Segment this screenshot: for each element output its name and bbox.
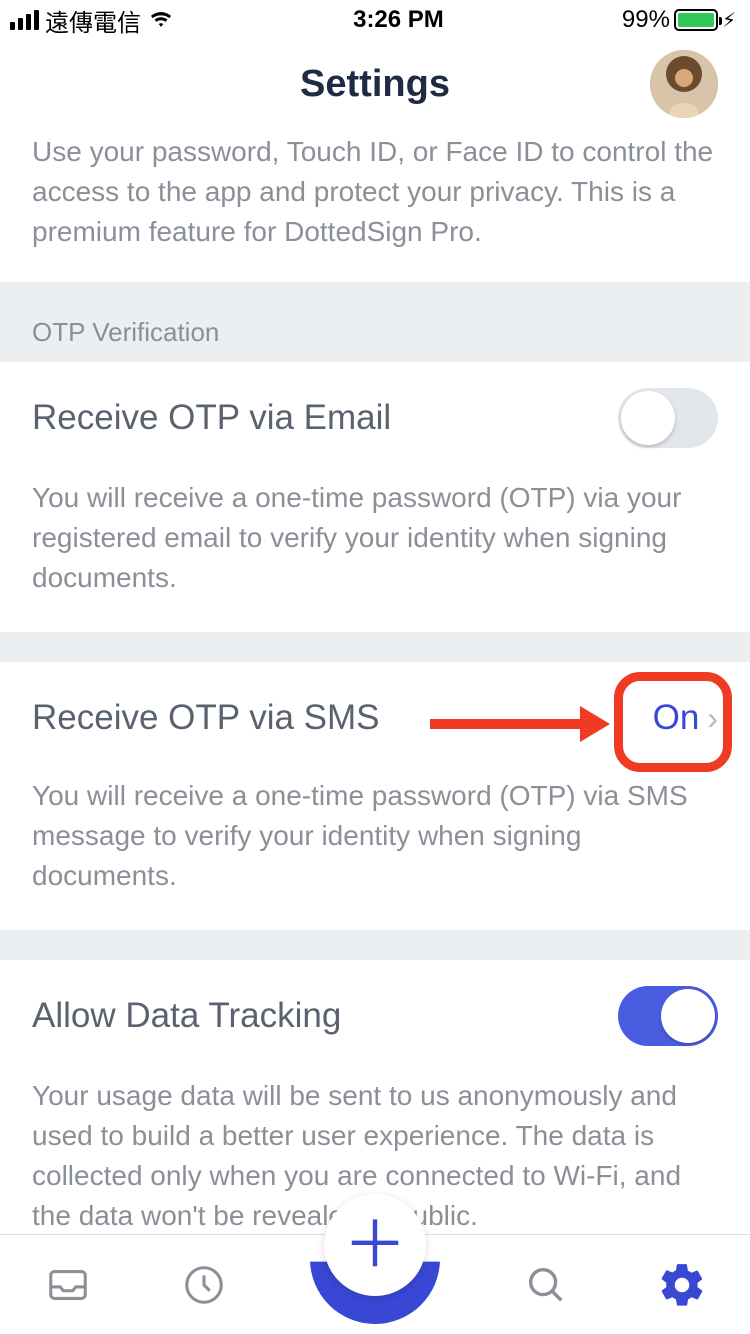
tracking-title: Allow Data Tracking [32, 996, 341, 1036]
tab-settings[interactable] [652, 1255, 712, 1315]
wifi-icon [147, 9, 175, 31]
tracking-toggle[interactable] [618, 986, 718, 1046]
tab-inbox[interactable] [38, 1255, 98, 1315]
charging-icon: ⚡︎ [722, 8, 736, 33]
lock-description: Use your password, Touch ID, or Face ID … [0, 132, 750, 282]
tab-recent[interactable] [174, 1255, 234, 1315]
avatar[interactable] [650, 50, 718, 118]
signal-icon [10, 10, 39, 30]
lock-section: Use your password, Touch ID, or Face ID … [0, 128, 750, 282]
battery-icon [674, 9, 718, 31]
fab-container: ＋ [310, 1194, 440, 1324]
content: Use your password, Touch ID, or Face ID … [0, 128, 750, 1330]
otp-section-header: OTP Verification [0, 282, 750, 362]
tab-bar: ＋ [0, 1234, 750, 1334]
otp-email-desc: You will receive a one-time password (OT… [0, 468, 750, 632]
otp-email-row[interactable]: Receive OTP via Email [0, 362, 750, 468]
status-bar: 遠傳電信 3:26 PM 99% ⚡︎ [0, 0, 750, 40]
status-right: 99% ⚡︎ [622, 6, 736, 34]
otp-email-toggle[interactable] [618, 388, 718, 448]
status-left: 遠傳電信 [10, 3, 175, 38]
otp-sms-value-cell[interactable]: On › [653, 698, 718, 738]
tracking-row[interactable]: Allow Data Tracking [0, 960, 750, 1066]
otp-sms-section: Receive OTP via SMS On › You will receiv… [0, 662, 750, 930]
tab-search[interactable] [516, 1255, 576, 1315]
otp-sms-row[interactable]: Receive OTP via SMS On › [0, 662, 750, 766]
otp-sms-value: On [653, 698, 700, 738]
otp-email-title: Receive OTP via Email [32, 398, 391, 438]
battery-pct: 99% [622, 6, 670, 34]
otp-sms-title: Receive OTP via SMS [32, 698, 380, 738]
otp-email-section: Receive OTP via Email You will receive a… [0, 362, 750, 632]
header: Settings [0, 40, 750, 128]
status-time: 3:26 PM [353, 6, 444, 34]
page-title: Settings [300, 63, 450, 106]
add-button[interactable]: ＋ [324, 1194, 426, 1296]
chevron-right-icon: › [707, 700, 718, 737]
carrier-label: 遠傳電信 [45, 3, 141, 38]
plus-icon: ＋ [343, 1213, 407, 1277]
otp-sms-desc: You will receive a one-time password (OT… [0, 766, 750, 930]
